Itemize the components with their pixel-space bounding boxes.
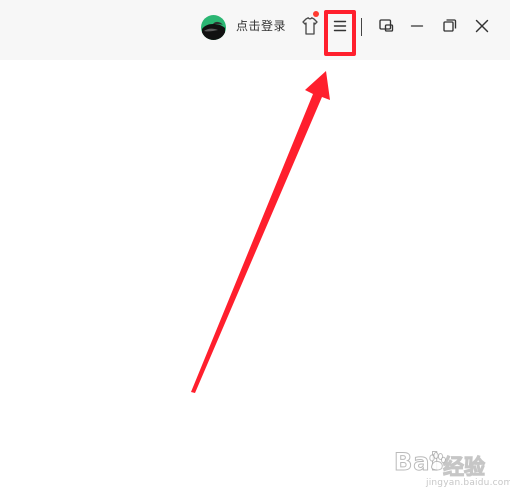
tshirt-icon[interactable] (298, 14, 322, 38)
baidu-jingyan-watermark: Bai 经验 jingyan.baidu.com (394, 448, 510, 494)
notification-badge-dot (313, 11, 319, 17)
minimize-icon[interactable] (405, 14, 429, 38)
watermark-brand-chinese: 经验 (443, 455, 486, 480)
avatar-icon[interactable] (200, 14, 227, 41)
toolbar-divider (361, 18, 362, 36)
screenshot-page: 点击登录 Bai 经验 jingyan.baidu.com (0, 0, 510, 500)
annotation-arrow (191, 71, 330, 393)
restore-icon[interactable] (437, 14, 461, 38)
hamburger-menu-icon[interactable] (328, 14, 352, 38)
mini-mode-icon[interactable] (374, 14, 398, 38)
close-icon[interactable] (470, 14, 494, 38)
title-bar: 点击登录 (0, 0, 510, 60)
login-link[interactable]: 点击登录 (236, 18, 286, 34)
watermark-url: jingyan.baidu.com (426, 478, 510, 488)
